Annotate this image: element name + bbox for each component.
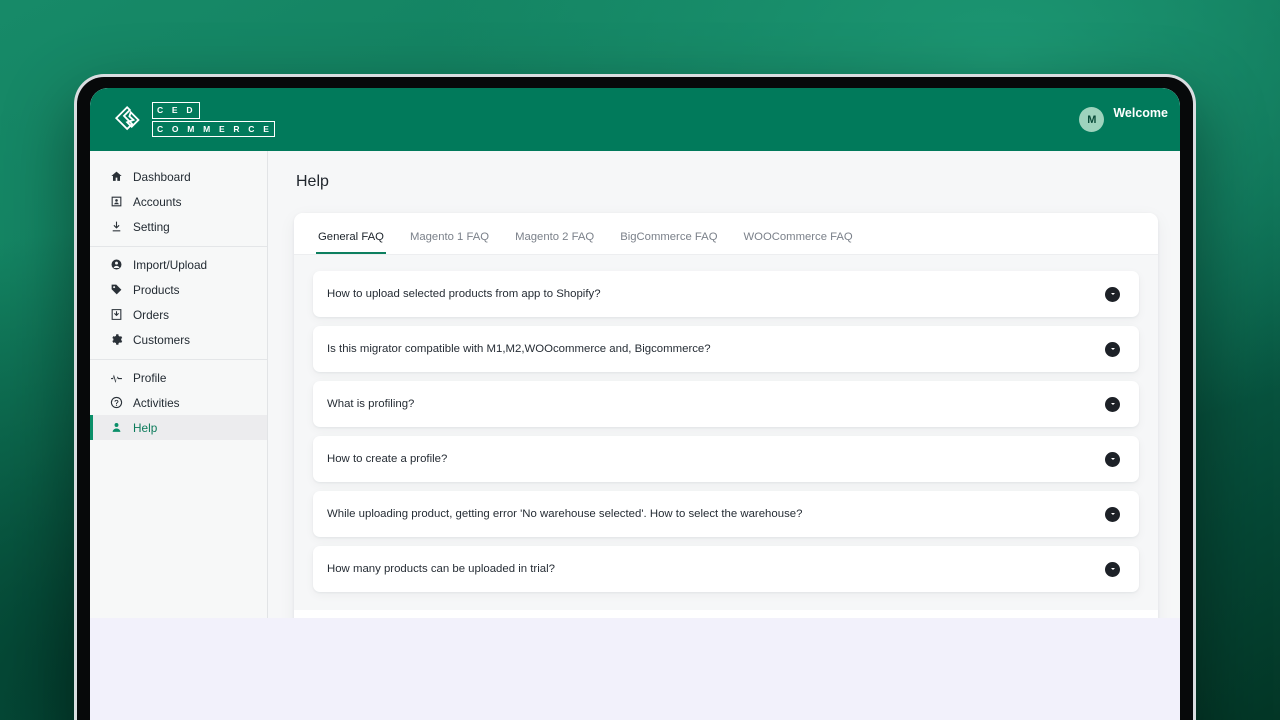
brand-logo[interactable]: C E D C O M M E R C E — [114, 102, 275, 137]
home-icon — [110, 170, 123, 183]
sidebar-item-label: Setting — [133, 220, 170, 234]
chevron-down-icon[interactable] — [1105, 397, 1120, 412]
faq-item[interactable]: Is this migrator compatible with M1,M2,W… — [313, 326, 1139, 372]
tab-general-faq[interactable]: General FAQ — [316, 231, 386, 254]
help-card: General FAQ Magento 1 FAQ Magento 2 FAQ Big… — [294, 213, 1158, 618]
sidebar-item-orders[interactable]: Orders — [90, 302, 267, 327]
device-frame: C E D C O M M E R C E M Welcome — [74, 74, 1196, 720]
sidebar-item-label: Accounts — [133, 195, 182, 209]
faq-item[interactable]: How to upload selected products from app… — [313, 271, 1139, 317]
user-name — [1113, 121, 1168, 132]
welcome-label: Welcome — [1113, 107, 1168, 121]
logo-text-ced: C E D — [152, 102, 200, 119]
faq-tabs: General FAQ Magento 1 FAQ Magento 2 FAQ Big… — [294, 213, 1158, 255]
top-bar: C E D C O M M E R C E M Welcome — [90, 88, 1180, 151]
chevron-down-icon[interactable] — [1105, 507, 1120, 522]
sidebar: Dashboard Accounts Setting Import/Upload Pro… — [90, 151, 268, 618]
sidebar-item-customers[interactable]: Customers — [90, 327, 267, 352]
sidebar-item-activities[interactable]: Activities — [90, 390, 267, 415]
app-body: Dashboard Accounts Setting Import/Upload Pro… — [90, 151, 1180, 618]
tab-woocommerce-faq[interactable]: WOOCommerce FAQ — [742, 231, 855, 254]
tab-magento-1-faq[interactable]: Magento 1 FAQ — [408, 231, 491, 254]
sidebar-group: Import/Upload Products Orders Customers — [90, 246, 267, 359]
tab-bigcommerce-faq[interactable]: BigCommerce FAQ — [618, 231, 719, 254]
inbox-down-icon — [110, 308, 123, 321]
sidebar-group: Dashboard Accounts Setting — [90, 159, 267, 246]
device-bezel: C E D C O M M E R C E M Welcome — [77, 77, 1193, 720]
chevron-down-icon[interactable] — [1105, 562, 1120, 577]
person-icon — [110, 421, 123, 434]
faq-question: How to create a profile? — [327, 453, 447, 465]
gear-icon — [110, 333, 123, 346]
device-screen: C E D C O M M E R C E M Welcome — [90, 88, 1180, 720]
download-icon — [110, 220, 123, 233]
faq-question: How many products can be uploaded in tri… — [327, 563, 555, 575]
faq-question: What is profiling? — [327, 398, 414, 410]
sidebar-item-label: Customers — [133, 333, 190, 347]
sidebar-item-label: Import/Upload — [133, 258, 207, 272]
sidebar-group: Profile Activities Help — [90, 359, 267, 447]
sidebar-item-label: Products — [133, 283, 180, 297]
faq-question: How to upload selected products from app… — [327, 288, 601, 300]
activity-icon — [110, 371, 123, 384]
faq-item[interactable]: How many products can be uploaded in tri… — [313, 546, 1139, 592]
faq-item[interactable]: What is profiling? — [313, 381, 1139, 427]
chevron-down-icon[interactable] — [1105, 342, 1120, 357]
question-circle-icon — [110, 396, 123, 409]
tab-magento-2-faq[interactable]: Magento 2 FAQ — [513, 231, 596, 254]
sidebar-item-profile[interactable]: Profile — [90, 365, 267, 390]
sidebar-item-accounts[interactable]: Accounts — [90, 189, 267, 214]
faq-list: How to upload selected products from app… — [294, 255, 1158, 610]
sidebar-item-import-upload[interactable]: Import/Upload — [90, 252, 267, 277]
faq-question: Is this migrator compatible with M1,M2,W… — [327, 343, 711, 355]
page-below-fold — [90, 618, 1180, 720]
sidebar-item-label: Dashboard — [133, 170, 191, 184]
sidebar-item-help[interactable]: Help — [90, 415, 267, 440]
id-card-icon — [110, 195, 123, 208]
sidebar-item-label: Activities — [133, 396, 180, 410]
sidebar-item-products[interactable]: Products — [90, 277, 267, 302]
sidebar-item-dashboard[interactable]: Dashboard — [90, 164, 267, 189]
faq-item[interactable]: How to create a profile? — [313, 436, 1139, 482]
user-circle-icon — [110, 258, 123, 271]
user-menu[interactable]: M Welcome — [1079, 107, 1172, 133]
faq-item[interactable]: While uploading product, getting error '… — [313, 491, 1139, 537]
avatar: M — [1079, 107, 1104, 132]
tag-icon — [110, 283, 123, 296]
sidebar-item-setting[interactable]: Setting — [90, 214, 267, 239]
ced-diamond-logo-icon — [114, 105, 143, 134]
backdrop: C E D C O M M E R C E M Welcome — [0, 0, 1280, 720]
chevron-down-icon[interactable] — [1105, 287, 1120, 302]
app-window: C E D C O M M E R C E M Welcome — [90, 88, 1180, 618]
logo-text-commerce: C O M M E R C E — [152, 121, 275, 138]
sidebar-item-label: Profile — [133, 371, 166, 385]
chevron-down-icon[interactable] — [1105, 452, 1120, 467]
main-content: Help General FAQ Magento 1 FAQ Magento 2 F… — [268, 151, 1180, 618]
page-title: Help — [296, 173, 1158, 191]
sidebar-item-label: Help — [133, 421, 157, 435]
sidebar-item-label: Orders — [133, 308, 169, 322]
faq-question: While uploading product, getting error '… — [327, 508, 802, 520]
